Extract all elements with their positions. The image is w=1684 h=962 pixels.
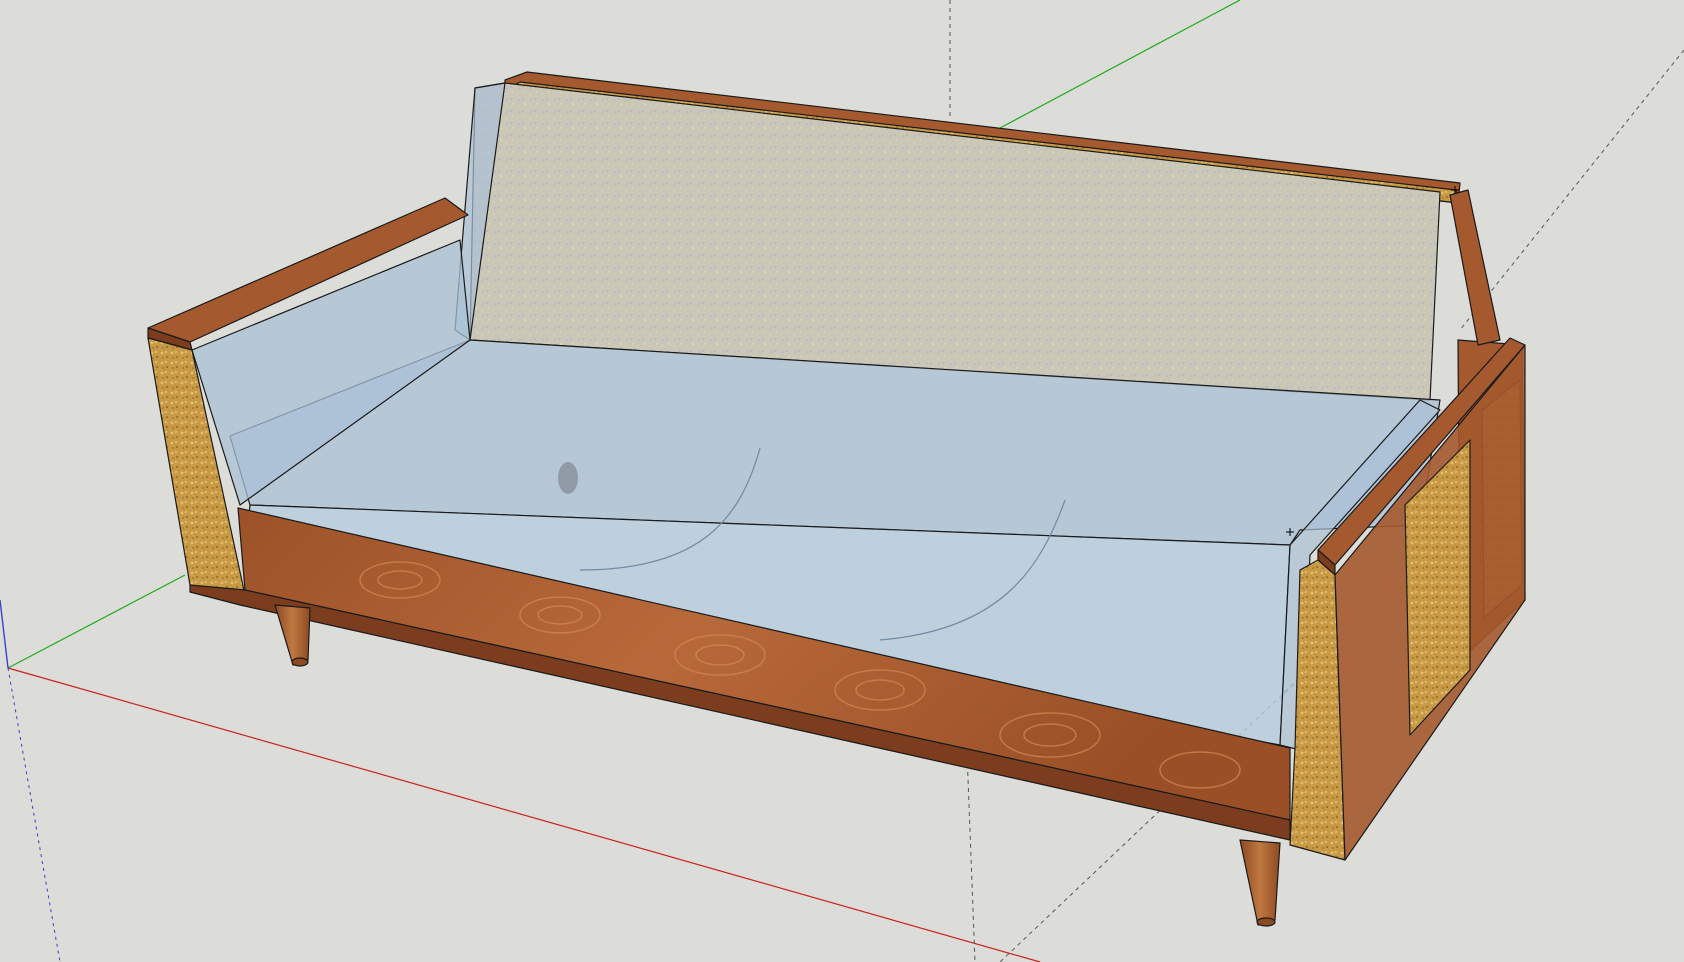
blue-axis-line [0, 599, 9, 669]
front-left-leg-foot [291, 657, 309, 667]
front-right-leg[interactable] [1239, 839, 1281, 926]
green-axis-line-far [999, 0, 1241, 129]
back-right-support[interactable] [1449, 189, 1501, 346]
seat-center-leg-shadow [558, 462, 578, 494]
front-left-leg[interactable] [274, 604, 311, 666]
sofa-model[interactable] [147, 71, 1526, 927]
scene-canvas[interactable] [0, 0, 1684, 962]
blue-axis-dashed-line [7, 667, 61, 962]
green-axis-line [7, 574, 186, 669]
front-right-leg-foot [1256, 917, 1276, 927]
diagonal-guide-line [1459, 49, 1684, 331]
model-viewport[interactable] [0, 0, 1684, 962]
